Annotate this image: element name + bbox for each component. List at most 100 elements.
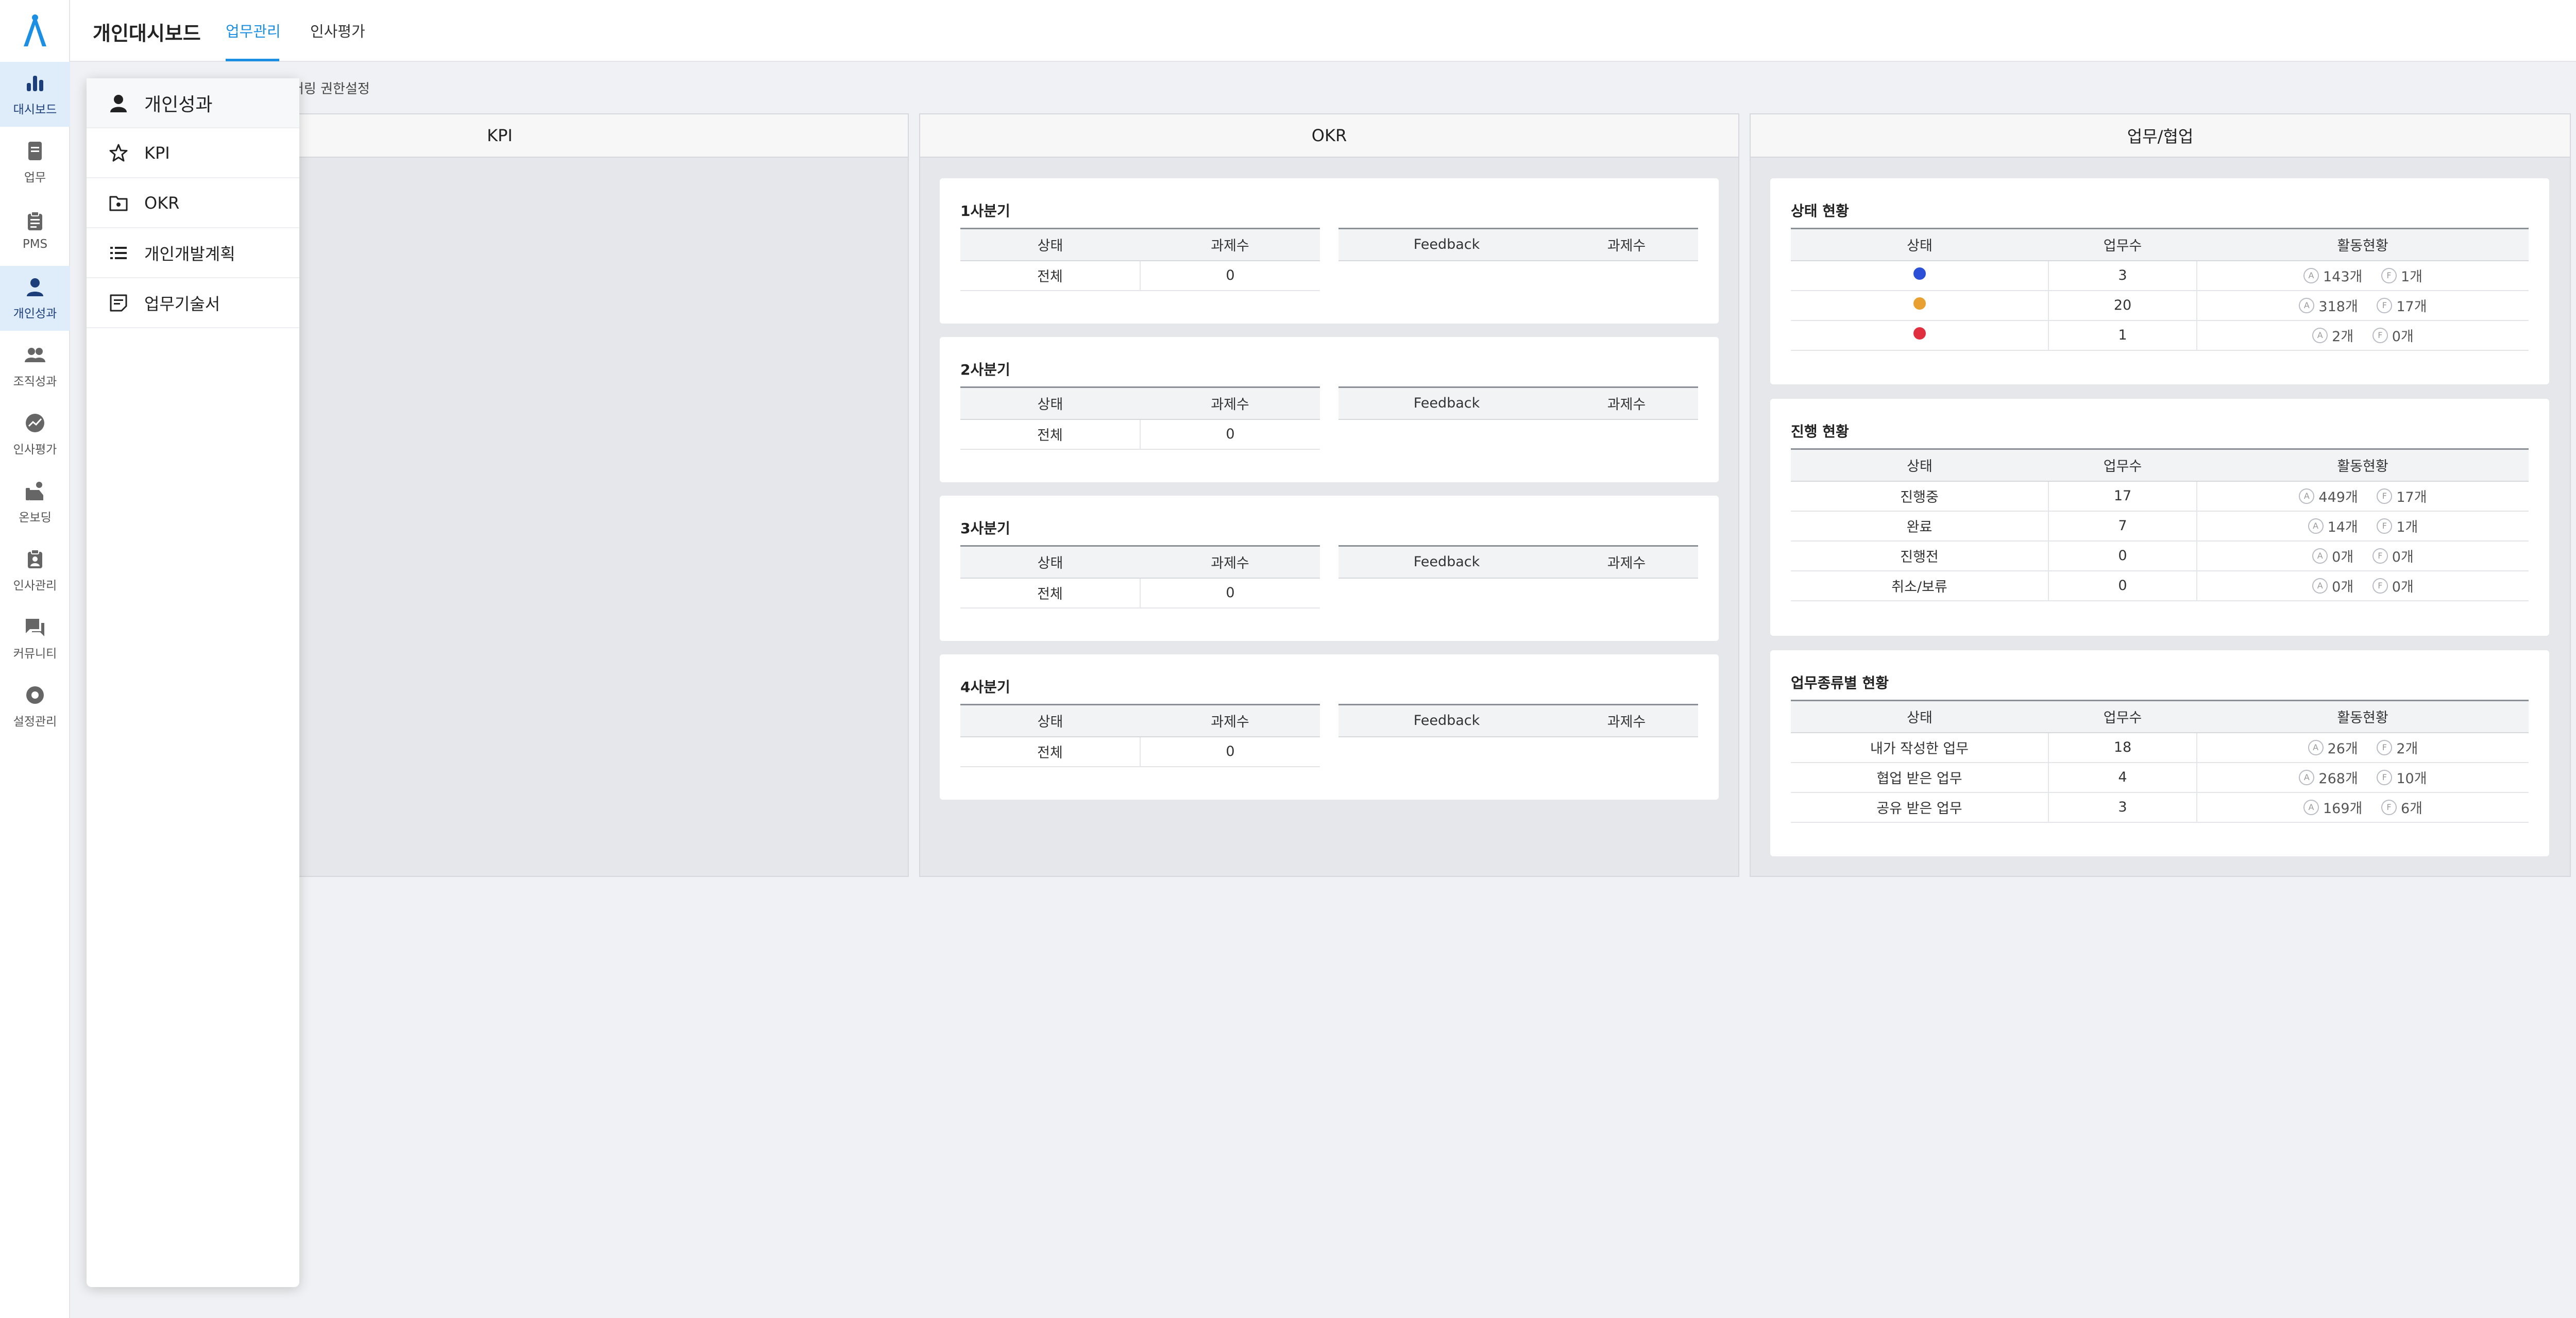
activity-a-value: 0개 <box>2332 549 2354 565</box>
f-badge-icon: F <box>2377 518 2393 534</box>
column-header: 과제수 <box>1555 228 1698 261</box>
menu-item-kpi[interactable]: KPI <box>87 128 299 178</box>
quarter-status-table: 상태 과제수 전체 0 <box>960 704 1320 767</box>
nav-item-community[interactable]: 커뮤니티 <box>0 606 70 671</box>
column-header: 업무수 <box>2048 700 2197 733</box>
tab-work-management[interactable]: 업무관리 <box>226 20 281 41</box>
f-badge-icon: F <box>2377 297 2393 313</box>
table-row[interactable]: 취소/보류 0 A 0개 F 0개 <box>1791 570 2529 601</box>
nav-item-hr-management[interactable]: 인사관리 <box>0 538 70 603</box>
nav-item-work[interactable]: 업무 <box>0 130 70 195</box>
personal-performance-menu: 개인성과 KPI OKR 개인개발계획 업무기술서 <box>87 78 299 1287</box>
status-cell: 전체 <box>960 736 1141 767</box>
permission-settings-link[interactable]: 터링 권한설정 <box>292 78 370 97</box>
menu-item-label: KPI <box>144 143 170 163</box>
a-badge-icon: A <box>2312 578 2328 594</box>
app-logo[interactable] <box>0 0 70 61</box>
column-header: 업무수 <box>2048 228 2197 261</box>
table-row[interactable]: 진행전 0 A 0개 F 0개 <box>1791 540 2529 571</box>
table-row[interactable]: 20 A 318개 F 17개 <box>1791 290 2529 321</box>
a-badge-icon: A <box>2312 548 2328 564</box>
progress-summary-table: 상태 업무수 활동현황 진행중 17 A 449개 F 17개 완료 7 A 14개 … <box>1791 448 2529 601</box>
column-header: 상태 <box>1791 700 2048 733</box>
a-badge-icon: A <box>2303 799 2319 815</box>
left-navigation: 대시보드 업무 PMS 개인성과 조직성과 인사평가 온보딩 인사관리 커뮤니티… <box>0 0 70 1318</box>
nav-item-label: 대시보드 <box>13 103 57 116</box>
activity-a-value: 143개 <box>2323 269 2363 285</box>
nav-item-org-performance[interactable]: 조직성과 <box>0 334 70 399</box>
nav-item-hr-evaluation[interactable]: 인사평가 <box>0 402 70 467</box>
status-summary-table: 상태 업무수 활동현황 3 A 143개 F 1개 20 A 318개 F 17개 <box>1791 228 2529 351</box>
count-cell: 3 <box>2048 792 2197 823</box>
work-type-summary-table: 상태 업무수 활동현황 내가 작성한 업무 18 A 26개 F 2개 협업 받은 … <box>1791 700 2529 823</box>
activity-cell: A 0개 F 0개 <box>2197 540 2529 571</box>
okr-panel: OKR 1사분기 상태 과제수 전체 0 Feedback 과제수 2사분기 상태 과제… <box>919 113 1739 877</box>
a-badge-icon: A <box>2308 739 2324 755</box>
table-row[interactable]: 공유 받은 업무 3 A 169개 F 6개 <box>1791 792 2529 823</box>
menu-item-job-description[interactable]: 업무기술서 <box>87 278 299 328</box>
menu-item-okr[interactable]: OKR <box>87 178 299 228</box>
count-cell: 17 <box>2048 481 2197 512</box>
table-row[interactable]: 1 A 2개 F 0개 <box>1791 320 2529 351</box>
quarter-title: 4사분기 <box>960 679 1010 696</box>
table-row[interactable]: 3 A 143개 F 1개 <box>1791 260 2529 291</box>
a-badge-icon: A <box>2299 488 2315 504</box>
status-cell: 진행중 <box>1791 481 2049 512</box>
okr-quarter-card: 1사분기 상태 과제수 전체 0 Feedback 과제수 <box>940 178 1719 324</box>
menu-item-development-plan[interactable]: 개인개발계획 <box>87 228 299 278</box>
f-badge-icon: F <box>2372 327 2388 343</box>
nav-item-settings[interactable]: 설정관리 <box>0 674 70 739</box>
table-row[interactable]: 협업 받은 업무 4 A 268개 F 10개 <box>1791 762 2529 793</box>
tab-hr-evaluation[interactable]: 인사평가 <box>310 20 365 41</box>
column-header: 활동현황 <box>2197 700 2529 733</box>
status-dot-red <box>1913 327 1926 340</box>
column-header: 상태 <box>960 545 1140 579</box>
activity-f-value: 17개 <box>2396 299 2427 315</box>
okr-quarter-card: 2사분기 상태 과제수 전체 0 Feedback 과제수 <box>940 337 1719 482</box>
activity-a-value: 14개 <box>2327 519 2358 535</box>
table-row: 전체 0 <box>960 578 1320 609</box>
activity-cell: A 143개 F 1개 <box>2197 260 2529 291</box>
nav-item-label: 설정관리 <box>13 715 57 729</box>
table-row[interactable]: 내가 작성한 업무 18 A 26개 F 2개 <box>1791 732 2529 763</box>
status-summary-card: 상태 현황 상태 업무수 활동현황 3 A 143개 F 1개 20 A 318개 <box>1770 178 2549 384</box>
menu-item-label: 업무기술서 <box>144 294 221 314</box>
column-header: 과제수 <box>1140 545 1320 579</box>
activity-f-value: 10개 <box>2396 771 2427 787</box>
nav-item-label: 업무 <box>24 171 46 184</box>
table-row[interactable]: 진행중 17 A 449개 F 17개 <box>1791 481 2529 512</box>
work-collab-panel: 업무/협업 상태 현황 상태 업무수 활동현황 3 A143개 F1개 20 <box>1750 113 2571 877</box>
quarter-status-table: 상태 과제수 전체 0 <box>960 228 1320 291</box>
card-title: 업무종류별 현황 <box>1791 674 1889 691</box>
progress-summary-card: 진행 현황 상태 업무수 활동현황 진행중 17 A 449개 F 17개 완료 7… <box>1770 399 2549 636</box>
column-header: 과제수 <box>1140 228 1320 261</box>
column-header: 상태 <box>960 386 1140 420</box>
card-title: 진행 현황 <box>1791 423 1849 440</box>
a-badge-icon: A <box>2299 769 2315 785</box>
nav-item-personal-performance[interactable]: 개인성과 <box>0 266 70 331</box>
menu-item-personal-performance[interactable]: 개인성과 <box>87 78 299 128</box>
count-cell: 20 <box>2048 290 2197 321</box>
f-badge-icon: F <box>2381 267 2397 283</box>
card-title: 상태 현황 <box>1791 202 1849 219</box>
quarter-status-table: 상태 과제수 전체 0 <box>960 545 1320 609</box>
status-cell: 전체 <box>960 578 1141 609</box>
activity-cell: A 449개 F 17개 <box>2197 481 2529 512</box>
nav-item-dashboard[interactable]: 대시보드 <box>0 62 70 127</box>
okr-panel-title: OKR <box>920 114 1738 158</box>
a-badge-icon: A <box>2308 518 2324 534</box>
activity-cell: A 26개 F 2개 <box>2197 732 2529 763</box>
document-icon <box>28 142 42 160</box>
activity-f-value: 1개 <box>2396 519 2418 535</box>
folder-icon <box>109 196 128 211</box>
table-row[interactable]: 완료 7 A 14개 F 1개 <box>1791 511 2529 542</box>
column-header: Feedback <box>1338 386 1555 420</box>
table-row: 전체 0 <box>960 260 1320 291</box>
nav-item-onboarding[interactable]: 온보딩 <box>0 470 70 535</box>
nav-item-pms[interactable]: PMS <box>0 198 70 263</box>
count-cell: 7 <box>2048 511 2197 542</box>
star-icon <box>109 144 128 161</box>
table-row: 전체 0 <box>960 736 1320 767</box>
activity-f-value: 6개 <box>2400 801 2422 817</box>
chat-icon <box>26 619 44 636</box>
